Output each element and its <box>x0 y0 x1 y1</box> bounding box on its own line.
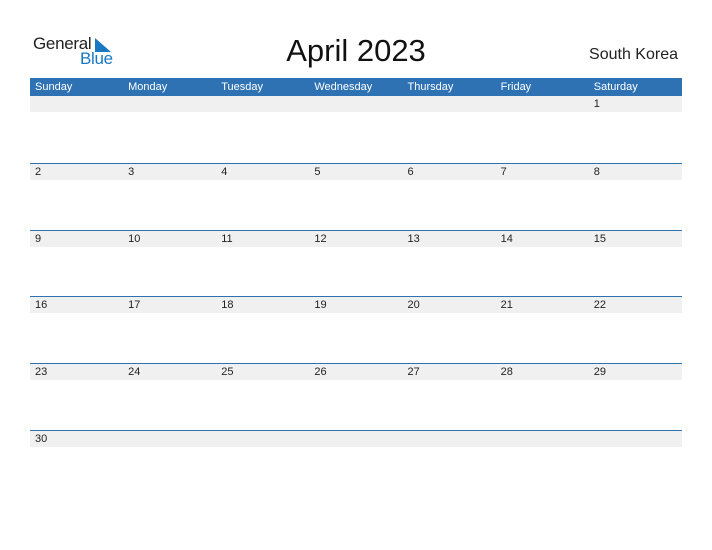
day-cell: 17 <box>128 299 141 311</box>
day-cell: 1 <box>593 98 600 110</box>
day-cell: 11 <box>221 233 233 245</box>
day-cell: 18 <box>221 299 234 311</box>
weekday-sunday: Sunday <box>35 81 73 93</box>
weekday-tuesday: Tuesday <box>221 81 264 93</box>
day-cell: 22 <box>593 299 606 311</box>
day-cell: 13 <box>407 233 420 245</box>
week-row-2: 2 3 4 5 6 7 8 <box>30 163 682 180</box>
day-cell: 28 <box>500 366 513 378</box>
day-cell <box>403 96 496 112</box>
week-row-5: 23 24 25 26 27 28 29 <box>30 363 682 380</box>
day-cell: 5 <box>314 166 321 178</box>
day-cell <box>30 96 123 112</box>
day-cell: 25 <box>221 366 234 378</box>
day-cell: 24 <box>128 366 141 378</box>
day-cell: 7 <box>500 166 507 178</box>
weekday-thursday: Thursday <box>407 81 454 93</box>
country-label: South Korea <box>589 46 678 63</box>
day-cell: 20 <box>407 299 420 311</box>
day-cell <box>123 431 216 447</box>
day-cell: 10 <box>128 233 141 245</box>
weekday-monday: Monday <box>128 81 168 93</box>
day-cell <box>123 96 216 112</box>
day-cell: 15 <box>593 233 606 245</box>
weekday-header: Sunday Monday Tuesday Wednesday Thursday… <box>30 78 682 96</box>
day-cell: 14 <box>500 233 513 245</box>
week-row-6: 30 <box>30 430 682 447</box>
day-cell: 27 <box>407 366 420 378</box>
day-cell <box>403 431 496 447</box>
day-cell <box>496 96 589 112</box>
day-cell: 29 <box>593 366 606 378</box>
day-cell: 16 <box>35 299 48 311</box>
week-row-4: 16 17 18 19 20 21 22 <box>30 296 682 313</box>
week-row-1: 1 <box>30 96 682 112</box>
day-cell: 23 <box>35 366 48 378</box>
day-cell: 3 <box>128 166 135 178</box>
day-cell: 6 <box>407 166 414 178</box>
day-cell: 30 <box>35 433 48 445</box>
calendar-grid: Sunday Monday Tuesday Wednesday Thursday… <box>30 78 682 447</box>
day-cell <box>496 431 589 447</box>
day-cell: 8 <box>593 166 600 178</box>
weekday-friday: Friday <box>500 81 532 93</box>
day-cell: 21 <box>500 299 513 311</box>
day-cell: 9 <box>35 233 42 245</box>
day-cell: 19 <box>314 299 327 311</box>
day-cell <box>589 431 682 447</box>
day-cell <box>216 431 309 447</box>
week-row-3: 9 10 11 12 13 14 15 <box>30 230 682 247</box>
day-cell <box>309 431 402 447</box>
day-cell: 26 <box>314 366 327 378</box>
day-cell: 4 <box>221 166 228 178</box>
weekday-wednesday: Wednesday <box>314 81 373 93</box>
day-cell: 2 <box>35 166 42 178</box>
day-cell <box>216 96 309 112</box>
weekday-saturday: Saturday <box>593 81 638 93</box>
day-cell: 12 <box>314 233 327 245</box>
day-cell <box>309 96 402 112</box>
